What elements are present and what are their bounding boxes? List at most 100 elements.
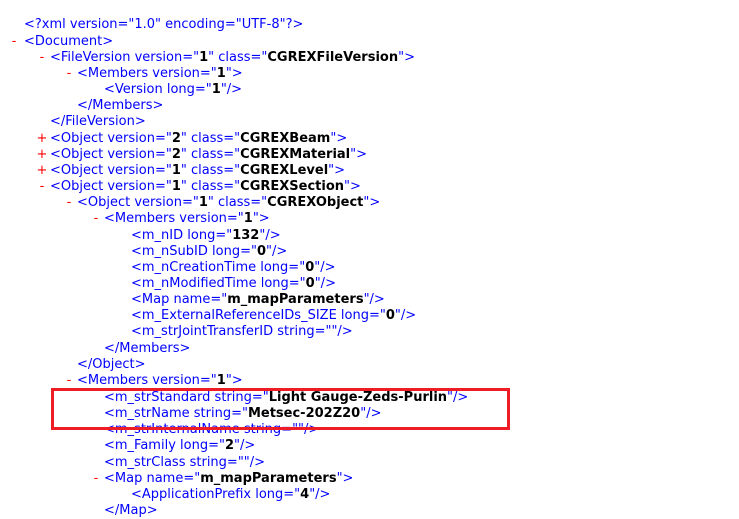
xml-text: <Members version="1">	[77, 66, 243, 82]
xml-markup: ">	[328, 163, 346, 178]
xml-value: 1	[171, 179, 181, 194]
xml-text: <m_Family long="2"/>	[104, 438, 255, 454]
collapse-toggle[interactable]: -	[63, 373, 75, 389]
xml-markup: ">	[350, 147, 368, 162]
xml-value: CGREXBeam	[240, 131, 331, 146]
xml-markup: <Version long="	[104, 82, 212, 97]
xml-value: 0	[385, 308, 395, 323]
expand-toggle[interactable]: +	[36, 131, 48, 147]
xml-tree-view: <?xml version="1.0" encoding="UTF-8"?> - <…	[0, 0, 739, 519]
xml-markup: <Members version="	[77, 66, 217, 81]
xml-markup: ">	[225, 373, 243, 388]
xml-value: 132	[232, 228, 260, 243]
xml-text: </Members>	[77, 98, 163, 114]
collapse-toggle[interactable]: -	[90, 211, 102, 227]
xml-markup: ">	[398, 50, 415, 65]
xml-value: CGREXMaterial	[240, 147, 351, 162]
xml-text: <Map name="m_mapParameters">	[104, 471, 353, 487]
xml-text: <?xml version="1.0" encoding="UTF-8"?>	[24, 17, 303, 33]
xml-text: <FileVersion version="1" class="CGREXFil…	[50, 50, 415, 66]
xml-markup: <FileVersion version="	[50, 50, 200, 65]
xml-value: 1	[199, 50, 209, 65]
xml-markup: <Members version="	[104, 211, 244, 226]
xml-value: 2	[171, 131, 181, 146]
xml-value: CGREXSection	[240, 179, 345, 194]
xml-markup: " class="	[180, 179, 241, 194]
collapse-toggle[interactable]: -	[90, 471, 102, 487]
xml-markup: <Object version="	[50, 131, 172, 146]
xml-value: m_mapParameters	[227, 292, 364, 307]
xml-text: <Object version="1" class="CGREXSection"…	[50, 179, 361, 195]
expand-toggle[interactable]: +	[36, 147, 48, 163]
xml-value: 1	[171, 163, 181, 178]
collapse-toggle[interactable]: -	[36, 179, 48, 195]
xml-value: 2	[171, 147, 181, 162]
xml-value: 4	[300, 487, 310, 502]
xml-markup: </Object>	[77, 357, 146, 372]
xml-markup: <m_strClass string=""/>	[104, 455, 266, 470]
xml-markup: </Map>	[104, 503, 158, 518]
xml-text: <m_ExternalReferenceIDs_SIZE long="0"/>	[131, 308, 416, 324]
collapse-toggle[interactable]: -	[36, 50, 48, 66]
xml-value: 1	[216, 373, 226, 388]
xml-text: <Object version="2" class="CGREXBeam">	[50, 131, 347, 147]
xml-text: <Members version="1">	[77, 373, 243, 389]
xml-markup: <m_Family long="	[104, 438, 225, 453]
xml-markup: " class="	[180, 131, 241, 146]
xml-markup: <m_strJointTransferID string=""/>	[131, 324, 353, 339]
xml-value: 1	[211, 82, 221, 97]
xml-markup: "/>	[314, 260, 336, 275]
xml-text: </FileVersion>	[50, 114, 146, 130]
xml-markup: <m_nSubID long="	[131, 244, 257, 259]
xml-markup: <Object version="	[50, 163, 172, 178]
xml-markup: "/>	[266, 244, 288, 259]
xml-value: CGREXFileVersion	[267, 50, 399, 65]
xml-text: <Map name="m_mapParameters"/>	[131, 292, 385, 308]
xml-markup: "/>	[394, 308, 417, 323]
xml-text: <ApplicationPrefix long="4"/>	[131, 487, 330, 503]
xml-value: CGREXLevel	[240, 163, 329, 178]
xml-value: m_mapParameters	[200, 471, 337, 486]
xml-markup: <m_nModifiedTime long="	[131, 276, 306, 291]
xml-markup: "/>	[309, 487, 331, 502]
xml-markup: <Map name="	[104, 471, 201, 486]
xml-text: <Members version="1">	[104, 211, 270, 227]
xml-markup: " class="	[208, 50, 268, 65]
xml-markup: "/>	[363, 292, 385, 307]
xml-markup: </Members>	[77, 98, 164, 113]
xml-value: 2	[224, 438, 234, 453]
xml-text: <m_strJointTransferID string=""/>	[131, 324, 353, 340]
xml-markup: ">	[252, 211, 270, 226]
xml-text: <m_nModifiedTime long="0"/>	[131, 276, 336, 292]
xml-markup: ">	[363, 195, 381, 210]
xml-markup: ">	[336, 471, 354, 486]
collapse-toggle[interactable]: -	[8, 34, 20, 50]
xml-markup: "/>	[259, 228, 281, 243]
xml-text: <m_strClass string=""/>	[104, 455, 265, 471]
xml-text: </Map>	[104, 503, 158, 519]
xml-markup: <ApplicationPrefix long="	[131, 487, 301, 502]
xml-text: <Version long="1"/>	[104, 82, 242, 98]
collapse-toggle[interactable]: -	[63, 66, 75, 82]
xml-text: <Document>	[24, 34, 113, 50]
xml-markup: " class="	[180, 163, 241, 178]
xml-text: <m_nID long="132"/>	[131, 228, 281, 244]
xml-markup: ">	[344, 179, 361, 194]
xml-markup: </Members>	[104, 341, 191, 356]
xml-value: 0	[305, 276, 315, 291]
xml-markup: ">	[225, 66, 243, 81]
xml-text: <m_nCreationTime long="0"/>	[131, 260, 336, 276]
xml-text: <Object version="2" class="CGREXMaterial…	[50, 147, 367, 163]
expand-toggle[interactable]: +	[36, 163, 48, 179]
xml-markup: <?xml version="1.0" encoding="UTF-8"?>	[24, 17, 304, 32]
collapse-toggle[interactable]: -	[63, 195, 75, 211]
xml-markup: " class="	[207, 195, 268, 210]
xml-value: CGREXObject	[267, 195, 364, 210]
xml-markup: <m_ExternalReferenceIDs_SIZE long="	[131, 308, 386, 323]
xml-markup: <m_nCreationTime long="	[131, 260, 306, 275]
xml-text: </Object>	[77, 357, 146, 373]
xml-text: </Members>	[104, 341, 190, 357]
xml-markup: <Document>	[24, 34, 114, 49]
xml-markup: <Map name="	[131, 292, 228, 307]
xml-text: <m_nSubID long="0"/>	[131, 244, 287, 260]
